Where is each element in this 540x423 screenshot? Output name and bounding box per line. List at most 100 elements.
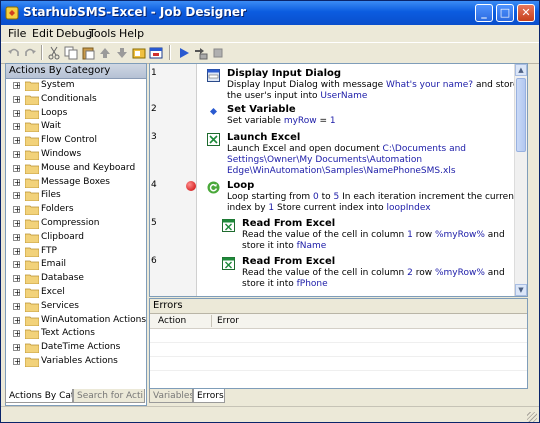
status-bar (1, 406, 539, 422)
tab-actions-by-category[interactable]: Actions By Cat... (5, 389, 73, 403)
expand-icon[interactable]: + (13, 137, 21, 145)
menu-file[interactable]: File (8, 27, 26, 40)
category-item[interactable]: + Clipboard (6, 231, 146, 245)
cut-icon[interactable] (47, 46, 61, 60)
tab-errors[interactable]: Errors (193, 389, 225, 403)
expand-icon[interactable]: + (13, 150, 21, 158)
action-step[interactable]: Set Variable Set variable myRow = 1 (200, 102, 525, 128)
expand-icon[interactable]: + (13, 219, 21, 227)
category-item[interactable]: + Email (6, 258, 146, 272)
copy-icon[interactable] (64, 46, 78, 60)
action-step[interactable]: Loop Loop starting from 0 to 5 In each it… (200, 178, 525, 214)
expand-icon[interactable]: + (13, 344, 21, 352)
category-item[interactable]: + Conditionals (6, 93, 146, 107)
description-text: Read the value of the cell in column (242, 268, 408, 278)
toggle-icon[interactable] (132, 46, 146, 60)
expand-icon[interactable]: + (13, 357, 21, 365)
folder-icon (25, 109, 39, 119)
undo-icon[interactable] (7, 46, 21, 60)
expand-icon[interactable]: + (13, 275, 21, 283)
category-label: Loops (41, 107, 68, 118)
category-item[interactable]: + WinAutomation Actions (6, 314, 146, 328)
category-item[interactable]: + Message Boxes (6, 176, 146, 190)
redo-icon[interactable] (23, 46, 37, 60)
expand-icon[interactable]: + (13, 302, 21, 310)
category-item[interactable]: + Variables Actions (6, 355, 146, 369)
expand-icon[interactable]: + (13, 206, 21, 214)
close-button[interactable]: ✕ (517, 4, 535, 22)
category-label: Clipboard (41, 231, 84, 242)
action-step[interactable]: Read From Excel Read the value of the cel… (200, 254, 525, 290)
category-label: Folders (41, 204, 74, 215)
run-icon[interactable] (177, 46, 191, 60)
expand-icon[interactable]: + (13, 247, 21, 255)
category-item[interactable]: + Loops (6, 107, 146, 121)
category-item[interactable]: + FTP (6, 245, 146, 259)
new-window-icon[interactable] (149, 46, 163, 60)
category-item[interactable]: + Mouse and Keyboard (6, 162, 146, 176)
action-step[interactable]: Read From Excel Read the value of the cel… (200, 216, 525, 252)
category-item[interactable]: + Database (6, 272, 146, 286)
action-step[interactable]: Display Input Dialog Display Input Dialog… (200, 66, 525, 101)
expand-icon[interactable]: + (13, 288, 21, 296)
paste-icon[interactable] (81, 46, 95, 60)
parameter-value: loopIndex (386, 203, 431, 213)
category-label: Text Actions (41, 328, 95, 339)
category-item[interactable]: + Folders (6, 203, 146, 217)
move-down-icon[interactable] (115, 46, 129, 60)
menu-help[interactable]: Help (119, 27, 144, 40)
breakpoint-icon[interactable] (186, 181, 196, 191)
expand-icon[interactable]: + (13, 123, 21, 131)
category-item[interactable]: + DateTime Actions (6, 341, 146, 355)
category-item[interactable]: + Files (6, 189, 146, 203)
minimize-button[interactable]: _ (475, 4, 493, 22)
category-item[interactable]: + Excel (6, 286, 146, 300)
category-item[interactable]: + Text Actions (6, 327, 146, 341)
expand-icon[interactable]: + (13, 316, 21, 324)
column-error[interactable]: Error (217, 316, 239, 326)
folder-icon (25, 233, 39, 243)
scroll-up-arrow[interactable]: ▲ (515, 64, 527, 76)
scroll-down-arrow[interactable]: ▼ (515, 284, 527, 296)
category-tree[interactable]: + System + Conditionals + Loops + Wait + Flow Con… (6, 79, 146, 369)
editor-scrollbar[interactable]: ▲ ▼ (514, 64, 527, 296)
step-over-icon[interactable] (194, 46, 208, 60)
expand-icon[interactable]: + (13, 192, 21, 200)
scroll-thumb[interactable] (516, 78, 526, 152)
move-up-icon[interactable] (98, 46, 112, 60)
expand-icon[interactable]: + (13, 178, 21, 186)
title-bar[interactable]: StarhubSMS-Excel - Job Designer _ □ ✕ (1, 1, 539, 25)
category-item[interactable]: + Wait (6, 120, 146, 134)
category-item[interactable]: + Windows (6, 148, 146, 162)
category-item[interactable]: + Compression (6, 217, 146, 231)
maximize-button[interactable]: □ (496, 4, 514, 22)
tab-variables[interactable]: Variables (149, 389, 193, 403)
expand-icon[interactable]: + (13, 330, 21, 338)
parameter-value: %myRow% (434, 268, 485, 278)
expand-icon[interactable]: + (13, 233, 21, 241)
expand-icon[interactable]: + (13, 82, 21, 90)
stop-icon[interactable] (211, 46, 225, 60)
step-description: Read the value of the cell in column 1 r… (242, 230, 524, 252)
column-action[interactable]: Action (158, 316, 186, 326)
category-label: Excel (41, 286, 65, 297)
menu-edit[interactable]: Edit (32, 27, 53, 40)
menu-debug[interactable]: Debug (56, 27, 92, 40)
line-gutter (150, 64, 197, 296)
resize-grip-icon[interactable] (527, 412, 537, 422)
category-item[interactable]: + System (6, 79, 146, 93)
category-label: Flow Control (41, 135, 97, 146)
category-item[interactable]: + Services (6, 300, 146, 314)
description-text: Launch Excel and open document (227, 144, 383, 154)
expand-icon[interactable]: + (13, 95, 21, 103)
expand-icon[interactable]: + (13, 261, 21, 269)
folder-icon (25, 191, 39, 202)
expand-icon[interactable]: + (13, 109, 21, 117)
category-item[interactable]: + Flow Control (6, 134, 146, 148)
expand-icon[interactable]: + (13, 164, 21, 172)
job-editor[interactable]: Display Input Dialog Display Input Dialog… (149, 63, 528, 297)
menu-tools[interactable]: Tools (89, 27, 116, 40)
action-step[interactable]: Launch Excel Launch Excel and open docume… (200, 130, 525, 176)
tab-search-for-actions[interactable]: Search for Acti... (73, 389, 145, 403)
errors-column-headers: Action Error (150, 314, 527, 329)
